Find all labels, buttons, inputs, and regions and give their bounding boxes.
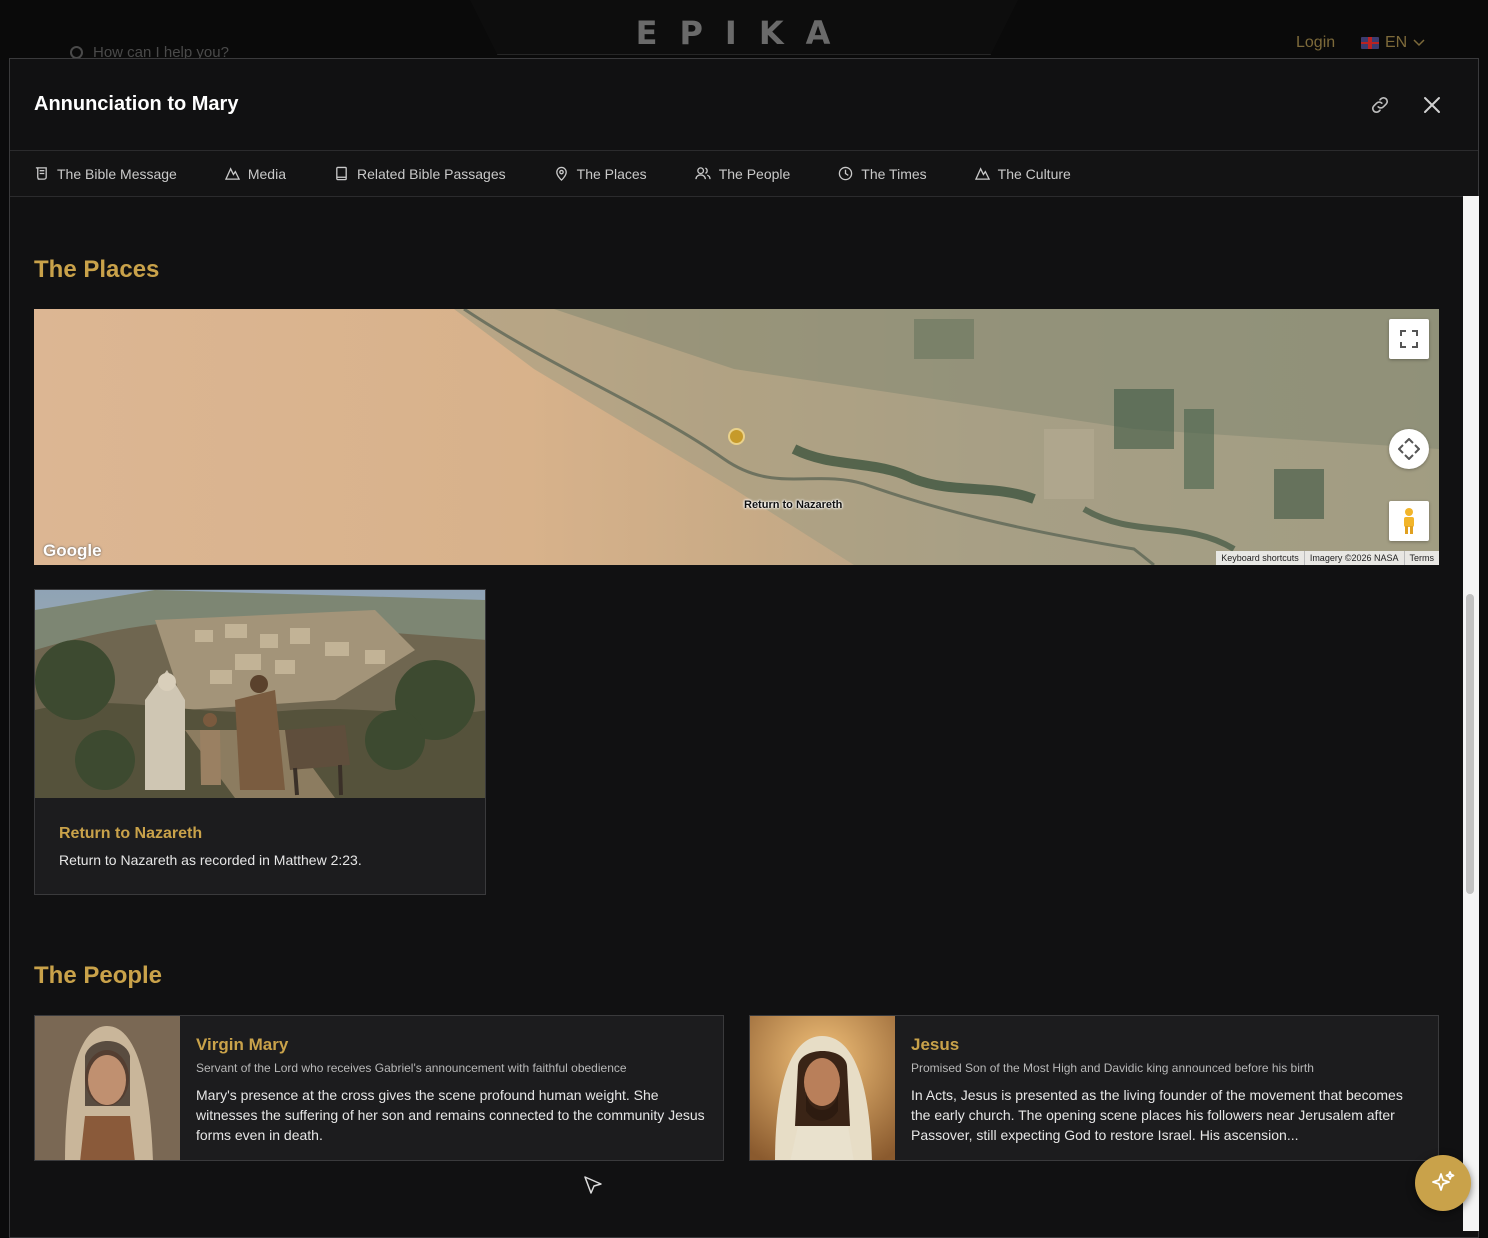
mountain-icon <box>224 167 240 180</box>
link-icon <box>1371 96 1389 114</box>
chevron-down-icon <box>1413 39 1425 47</box>
person-name: Virgin Mary <box>196 1035 289 1054</box>
places-heading: The Places <box>34 256 160 283</box>
imagery-credit: Imagery ©2026 NASA <box>1303 551 1404 565</box>
fullscreen-button[interactable] <box>1389 319 1429 359</box>
ai-assistant-button[interactable] <box>1415 1155 1471 1211</box>
person-portrait <box>750 1016 895 1160</box>
map-attribution: Keyboard shortcuts Imagery ©2026 NASA Te… <box>1216 551 1439 565</box>
scroll-icon <box>35 167 47 180</box>
person-subtitle: Promised Son of the Most High and Davidi… <box>911 1061 1314 1075</box>
map-marker-label: Return to Nazareth <box>744 499 843 511</box>
map-pin-icon <box>555 166 567 181</box>
users-icon <box>695 167 711 180</box>
modal-header: Annunciation to Mary <box>10 59 1478 151</box>
terms-link[interactable]: Terms <box>1403 551 1440 565</box>
tab-label: Media <box>247 165 286 182</box>
place-image <box>35 590 485 798</box>
google-logo: Google <box>43 541 102 560</box>
tab-bible-message[interactable]: The Bible Message <box>34 166 177 182</box>
modal-title: Annunciation to Mary <box>34 93 239 115</box>
fullscreen-icon <box>1400 330 1418 348</box>
clock-icon <box>839 166 853 181</box>
move-arrows-icon <box>1398 438 1420 460</box>
tab-label: The Culture <box>997 165 1071 182</box>
pegman-icon <box>1404 508 1414 534</box>
mountain-icon <box>974 167 990 180</box>
language-label: EN <box>1385 34 1408 51</box>
tab-related-passages[interactable]: Related Bible Passages <box>334 166 506 182</box>
copy-link-button[interactable] <box>1368 93 1392 117</box>
places-map[interactable]: Return to Nazareth Google Keyboard short… <box>34 309 1439 565</box>
close-button[interactable] <box>1420 93 1444 117</box>
keyboard-shortcuts-link[interactable]: Keyboard shortcuts <box>1216 551 1304 565</box>
sparkles-icon <box>1432 1171 1455 1191</box>
tab-bar: The Bible Message Media Related Bible Pa… <box>10 151 1478 197</box>
tab-label: The Times <box>861 165 927 182</box>
person-subtitle: Servant of the Lord who receives Gabriel… <box>196 1061 627 1075</box>
scrollbar-thumb[interactable] <box>1466 594 1474 894</box>
tab-places[interactable]: The Places <box>554 166 647 182</box>
camera-control-button[interactable] <box>1389 429 1429 469</box>
tab-culture[interactable]: The Culture <box>974 165 1071 182</box>
street-view-pegman[interactable] <box>1389 501 1429 541</box>
tab-label: The People <box>718 165 791 182</box>
person-bio: Mary's presence at the cross gives the s… <box>196 1087 705 1143</box>
modal-content[interactable]: The Places Return to Nazareth Google Key… <box>10 196 1462 1236</box>
place-name: Return to Nazareth <box>59 825 203 842</box>
book-icon <box>336 166 347 181</box>
uk-flag-icon <box>1361 37 1379 49</box>
tab-media[interactable]: Media <box>224 165 286 182</box>
mouse-cursor-icon <box>584 1176 602 1194</box>
close-icon <box>1424 97 1440 113</box>
person-portrait <box>35 1016 180 1160</box>
person-name: Jesus <box>911 1035 960 1054</box>
tab-times[interactable]: The Times <box>838 165 927 182</box>
tab-label: The Places <box>576 165 647 182</box>
site-logo[interactable]: EPIKA <box>0 14 1488 52</box>
language-selector[interactable]: EN <box>1361 34 1425 52</box>
login-link[interactable]: Login <box>1296 34 1335 52</box>
tab-label: The Bible Message <box>57 165 177 182</box>
person-bio: In Acts, Jesus is presented as the livin… <box>911 1087 1403 1143</box>
tab-people[interactable]: The People <box>695 165 791 182</box>
tab-label: Related Bible Passages <box>356 165 506 182</box>
people-heading: The People <box>34 962 163 989</box>
site-header: How can I help you? EPIKA Login EN <box>0 0 1488 61</box>
person-card-virgin-mary[interactable]: Virgin Mary Servant of the Lord who rece… <box>34 1015 724 1161</box>
person-card-jesus[interactable]: Jesus Promised Son of the Most High and … <box>749 1015 1439 1161</box>
map-marker[interactable] <box>728 428 745 445</box>
place-description: Return to Nazareth as recorded in Matthe… <box>59 852 362 868</box>
place-card[interactable]: Return to Nazareth Return to Nazareth as… <box>34 589 486 895</box>
